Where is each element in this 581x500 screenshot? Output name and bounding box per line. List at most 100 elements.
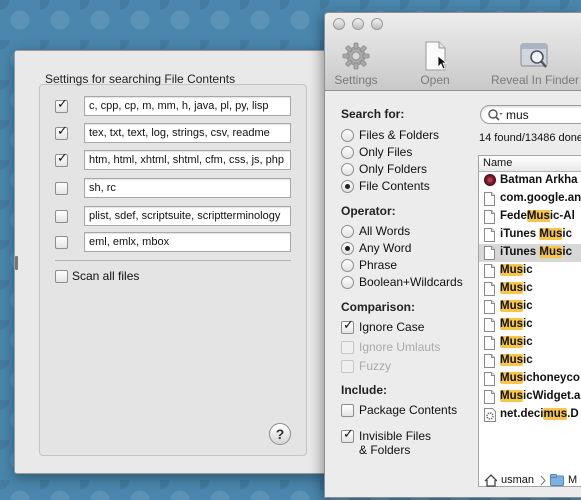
extension-checkbox[interactable] — [55, 236, 68, 249]
table-row[interactable]: Music — [479, 334, 581, 352]
option-label: Boolean+Wildcards — [359, 275, 463, 289]
extension-checkbox[interactable]: ✓ — [55, 151, 68, 167]
reveal-in-finder-toolbar-button[interactable]: Reveal In Finder — [485, 41, 581, 87]
file-name: iTunes Music — [500, 228, 572, 240]
extension-list-field[interactable]: c, cpp, cp, m, mm, h, java, pl, py, lisp — [84, 96, 291, 116]
file-name: Music — [500, 318, 533, 330]
extension-list-field[interactable]: htm, html, xhtml, shtml, cfm, css, js, p… — [84, 150, 291, 170]
extension-list-field[interactable]: plist, sdef, scriptsuite, scriptterminol… — [84, 206, 291, 226]
file-name-part: ic — [523, 354, 533, 366]
match-highlight: mus — [543, 408, 568, 420]
match-highlight: Mus — [500, 372, 523, 384]
file-name-part: iTunes — [500, 246, 540, 258]
file-name-part: ic — [562, 228, 572, 240]
search-for-title: Search for: — [341, 107, 405, 121]
table-row[interactable]: net.decimus.D — [479, 406, 581, 424]
radio-button[interactable] — [341, 259, 354, 272]
table-row[interactable]: Musichoneyco — [479, 370, 581, 388]
resize-handle[interactable] — [15, 256, 18, 270]
settings-title: Settings for searching File Contents — [45, 72, 236, 86]
minimize-window-button[interactable] — [352, 18, 364, 30]
table-row[interactable]: FedeMusic-Al — [479, 208, 581, 226]
file-name-part: ic — [523, 318, 533, 330]
option-label: All Words — [359, 224, 411, 238]
extension-checkbox[interactable] — [55, 182, 68, 195]
option-label: Only Folders — [359, 162, 428, 176]
scan-all-label: Scan all files — [72, 269, 140, 283]
zoom-window-button[interactable] — [371, 18, 383, 30]
option-label: Fuzzy — [359, 359, 392, 373]
extension-list-field[interactable]: sh, rc — [84, 178, 291, 198]
results-table[interactable]: Name Batman Arkha com.google.an FedeMusic-… — [478, 155, 581, 487]
radio-button[interactable] — [341, 276, 354, 289]
path-home-label[interactable]: usman — [501, 474, 534, 486]
option-label: File Contents — [359, 179, 430, 193]
radio-button-selected[interactable] — [341, 242, 354, 255]
file-name: Music — [500, 264, 533, 276]
check-icon: ✓ — [343, 318, 354, 333]
radio-button[interactable] — [341, 163, 354, 176]
file-name-part: ic — [523, 282, 533, 294]
file-name: Music — [500, 282, 533, 294]
extension-list-field[interactable]: eml, emlx, mbox — [84, 232, 291, 252]
file-name: com.google.an — [500, 192, 581, 204]
radio-button[interactable] — [341, 146, 354, 159]
search-window: Settings Open Reveal In Finder Search fo… — [324, 12, 581, 498]
invisible-files-checkbox[interactable]: ✓ — [341, 427, 354, 443]
document-icon — [484, 300, 495, 317]
match-highlight: Mus — [500, 300, 523, 312]
extension-list-field[interactable]: tex, txt, text, log, strings, csv, readm… — [84, 123, 291, 143]
settings-label: Settings — [334, 73, 378, 87]
radio-button[interactable] — [341, 129, 354, 142]
reveal-in-finder-label: Reveal In Finder — [490, 73, 580, 87]
extension-checkbox[interactable]: ✓ — [55, 124, 68, 140]
table-row[interactable]: com.google.an — [479, 190, 581, 208]
operator-title: Operator: — [341, 204, 396, 218]
match-highlight: Mus — [539, 228, 563, 240]
document-icon — [484, 246, 495, 263]
extension-checkbox[interactable]: ✓ — [55, 97, 68, 113]
file-name-part: Fede — [500, 210, 527, 222]
option-label: Phrase — [359, 258, 398, 272]
document-icon — [484, 336, 495, 353]
ignore-umlauts-checkbox — [341, 341, 354, 354]
scan-all-checkbox[interactable] — [55, 270, 68, 283]
table-row[interactable]: Batman Arkha — [479, 172, 581, 190]
search-options-panel: Search for: Files & Folders Only Files O… — [325, 92, 475, 497]
table-row[interactable]: iTunes Music — [479, 226, 581, 244]
table-row[interactable]: Music — [479, 262, 581, 280]
option-label: Package Contents — [359, 403, 458, 417]
close-window-button[interactable] — [333, 18, 345, 30]
file-name-part: iTunes — [500, 228, 540, 240]
path-next-label[interactable]: M — [568, 474, 577, 486]
file-name-part: icWidget.a — [523, 390, 581, 402]
table-row[interactable]: Music — [479, 298, 581, 316]
radio-button-selected[interactable] — [341, 180, 354, 193]
option-label: Files & Folders — [359, 128, 440, 142]
radio-button[interactable] — [341, 225, 354, 238]
option-label: & Folders — [359, 443, 411, 457]
search-input[interactable]: mus — [480, 105, 581, 124]
column-header-name[interactable]: Name — [479, 156, 581, 172]
match-highlight: Mus — [539, 246, 563, 258]
table-row[interactable]: Music — [479, 316, 581, 334]
comparison-title: Comparison: — [341, 300, 416, 314]
table-row[interactable]: Music — [479, 352, 581, 370]
option-label: Any Word — [359, 241, 412, 255]
include-title: Include: — [341, 383, 388, 397]
check-icon: ✓ — [57, 151, 68, 166]
settings-toolbar-button[interactable]: Settings — [333, 41, 379, 87]
file-name-part: Batman Arkha — [500, 174, 578, 186]
file-name-part: ic — [523, 300, 533, 312]
check-icon: ✓ — [57, 124, 68, 139]
extension-checkbox[interactable] — [55, 210, 68, 223]
gear-document-icon — [484, 408, 496, 425]
table-row[interactable]: MusicWidget.a — [479, 388, 581, 406]
open-label: Open — [420, 73, 450, 87]
table-row[interactable]: Music — [479, 280, 581, 298]
help-button[interactable]: ? — [269, 423, 291, 445]
option-label: Ignore Umlauts — [359, 340, 441, 354]
table-row[interactable]: iTunes Music — [479, 244, 581, 262]
ignore-case-checkbox[interactable]: ✓ — [341, 318, 354, 334]
package-contents-checkbox[interactable] — [341, 404, 354, 417]
